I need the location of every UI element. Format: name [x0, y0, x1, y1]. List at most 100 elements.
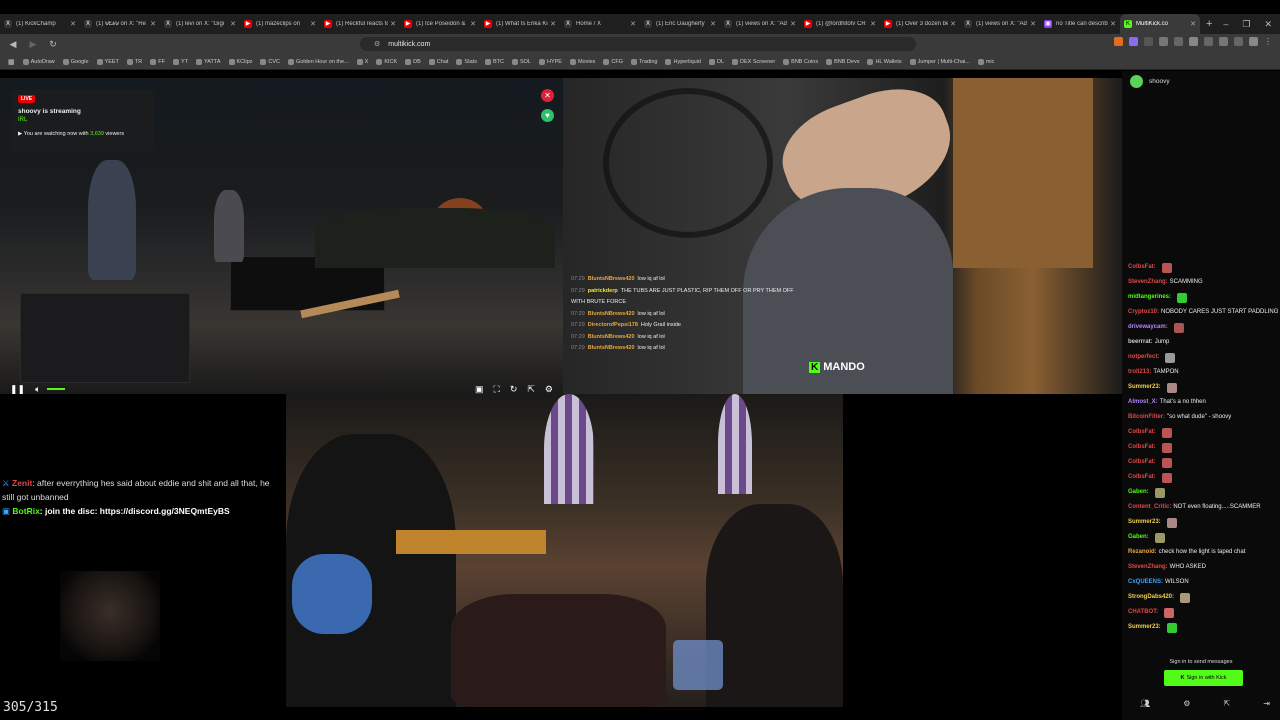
menu-icon[interactable]: ⋮: [1264, 37, 1272, 46]
extension-icon[interactable]: [1219, 37, 1228, 46]
bookmark-item[interactable]: BTC: [484, 58, 504, 65]
extension-icon[interactable]: [1249, 37, 1258, 46]
volume-icon[interactable]: 🔈︎: [35, 384, 40, 395]
chat-username[interactable]: midtangerines:: [1128, 290, 1171, 305]
stream-player-mando[interactable]: 07:29 BluntsNBrews420 low iq af lol 07:29 pa…: [563, 78, 1122, 394]
bookmark-item[interactable]: Google: [62, 58, 89, 65]
bookmark-item[interactable]: TR: [126, 58, 142, 65]
close-icon[interactable]: ✕: [310, 20, 316, 28]
chat-username[interactable]: StevenZhang:: [1128, 275, 1168, 290]
chat-username[interactable]: Rezanoid:: [1128, 545, 1157, 560]
extension-icon[interactable]: [1159, 37, 1168, 46]
bookmark-item[interactable]: Hyperliquid: [665, 58, 701, 65]
stream-category[interactable]: IRL: [18, 117, 148, 123]
chat-username[interactable]: Summer23:: [1128, 515, 1161, 530]
chat-username[interactable]: StevenZhang:: [1128, 560, 1168, 575]
bookmark-item[interactable]: CFG: [603, 58, 623, 65]
popout-chat-icon[interactable]: ⇱: [1223, 699, 1230, 708]
bookmark-item[interactable]: FF: [150, 58, 165, 65]
bookmark-item[interactable]: mic: [977, 58, 994, 65]
reload-stream-icon[interactable]: ↻: [510, 384, 518, 395]
browser-tab[interactable]: X Home / X ✕: [560, 14, 640, 34]
chat-username[interactable]: CxQUEENS:: [1128, 575, 1163, 590]
bookmark-item[interactable]: YEET: [96, 58, 119, 65]
close-icon[interactable]: ✕: [710, 20, 716, 28]
bookmark-item[interactable]: Movies: [569, 58, 595, 65]
restore-icon[interactable]: ❐: [1242, 19, 1250, 30]
bookmark-item[interactable]: Trading: [631, 58, 657, 65]
browser-tab[interactable]: X (1) levi on X: "Gigi ✕: [160, 14, 240, 34]
close-icon[interactable]: ✕: [150, 20, 156, 28]
chat-username[interactable]: CHATBOT:: [1128, 605, 1158, 620]
browser-tab[interactable]: ▶ (1) Over 3 dozen be ✕: [880, 14, 960, 34]
close-icon[interactable]: ✕: [550, 20, 556, 28]
close-icon[interactable]: ✕: [1190, 20, 1196, 28]
chat-username[interactable]: Content_Critic:: [1128, 500, 1171, 515]
bookmark-item[interactable]: KICK: [376, 58, 397, 65]
stream-player-shoovy[interactable]: LIVE shoovy is streaming IRL ▶ You are w…: [0, 78, 563, 394]
close-icon[interactable]: ✕: [870, 20, 876, 28]
chat-username[interactable]: Gaben:: [1128, 485, 1149, 500]
bookmark-item[interactable]: YT: [172, 58, 188, 65]
bookmark-item[interactable]: KClipz: [228, 58, 252, 65]
stream-player-restaurant[interactable]: [286, 394, 843, 707]
browser-tab[interactable]: ▶ (1) mazeclips on ✕: [240, 14, 320, 34]
close-icon[interactable]: ✕: [1030, 20, 1036, 28]
extension-icon[interactable]: [1234, 37, 1243, 46]
back-icon[interactable]: ◀: [6, 39, 20, 50]
chat-username[interactable]: Summer23:: [1128, 620, 1161, 635]
chat-username[interactable]: Gaben:: [1128, 530, 1149, 545]
bookmark-item[interactable]: SOL: [511, 58, 531, 65]
chat-username[interactable]: Cryptoz10:: [1128, 305, 1159, 320]
forward-icon[interactable]: ▶: [26, 39, 40, 50]
chat-username[interactable]: ColbsFat:: [1128, 260, 1156, 275]
browser-tab[interactable]: ▣ no Title can describ ✕: [1040, 14, 1120, 34]
collapse-chat-icon[interactable]: ⇥: [1263, 699, 1270, 708]
chat-username[interactable]: notperfect:: [1128, 350, 1159, 365]
extension-icon[interactable]: [1189, 37, 1198, 46]
browser-tab[interactable]: X (1) views on X: "Ad ✕: [720, 14, 800, 34]
close-icon[interactable]: ✕: [70, 20, 76, 28]
chat-username[interactable]: beerrrat:: [1128, 335, 1153, 350]
settings-icon[interactable]: ⚙: [545, 384, 553, 395]
signin-kick-button[interactable]: K Sign in with Kick: [1164, 670, 1243, 686]
close-icon[interactable]: ✕: [390, 20, 396, 28]
new-tab-button[interactable]: +: [1206, 18, 1212, 30]
extension-icon[interactable]: [1114, 37, 1123, 46]
bookmark-item[interactable]: Chat: [428, 58, 448, 65]
avatar[interactable]: [1130, 75, 1143, 88]
close-player-icon[interactable]: ✕: [541, 89, 554, 102]
minimize-icon[interactable]: –: [1223, 19, 1228, 29]
chat-username[interactable]: troll213:: [1128, 365, 1151, 380]
browser-tab[interactable]: X (1) ѡ£ѧѡ on X: "Re ✕: [80, 14, 160, 34]
chat-username[interactable]: Almost_X:: [1128, 395, 1158, 410]
fullscreen-icon[interactable]: ⛶: [494, 384, 500, 395]
site-info-icon[interactable]: ⚙: [374, 40, 380, 48]
chat-username[interactable]: drivewaycam:: [1128, 320, 1168, 335]
bookmark-item[interactable]: DB: [405, 58, 421, 65]
bookmark-item[interactable]: X: [356, 58, 368, 65]
extension-icon[interactable]: [1174, 37, 1183, 46]
bookmark-item[interactable]: Jumper | Multi-Chai...: [909, 58, 970, 65]
chat-username[interactable]: StrongDabs420:: [1128, 590, 1174, 605]
chat-username[interactable]: ColbsFat:: [1128, 455, 1156, 470]
close-icon[interactable]: ✕: [470, 20, 476, 28]
bookmark-item[interactable]: HYPE: [538, 58, 562, 65]
apps-icon[interactable]: ▦: [8, 58, 15, 66]
bookmark-item[interactable]: BNB Devs: [826, 58, 859, 65]
reload-icon[interactable]: ↻: [46, 39, 60, 50]
close-icon[interactable]: ✕: [630, 20, 636, 28]
popout-icon[interactable]: ⇱: [527, 384, 535, 395]
favorite-heart-icon[interactable]: ♥: [541, 109, 554, 122]
bookmark-item[interactable]: Golden Hour on the...: [288, 58, 349, 65]
extension-icon[interactable]: [1144, 37, 1153, 46]
browser-tab[interactable]: ▶ (1) @lordhitotv CR ✕: [800, 14, 880, 34]
browser-tab[interactable]: ▶ (1) What Is Erika Kir ✕: [480, 14, 560, 34]
chat-username[interactable]: BotRix: [12, 506, 39, 516]
volume-slider[interactable]: [46, 388, 65, 390]
chat-username[interactable]: ColbsFat:: [1128, 470, 1156, 485]
close-window-icon[interactable]: ✕: [1264, 19, 1272, 30]
pause-icon[interactable]: ❚❚: [10, 384, 25, 395]
url-input[interactable]: ⚙ multikick.com: [360, 37, 916, 51]
bookmark-item[interactable]: Stats: [456, 58, 477, 65]
